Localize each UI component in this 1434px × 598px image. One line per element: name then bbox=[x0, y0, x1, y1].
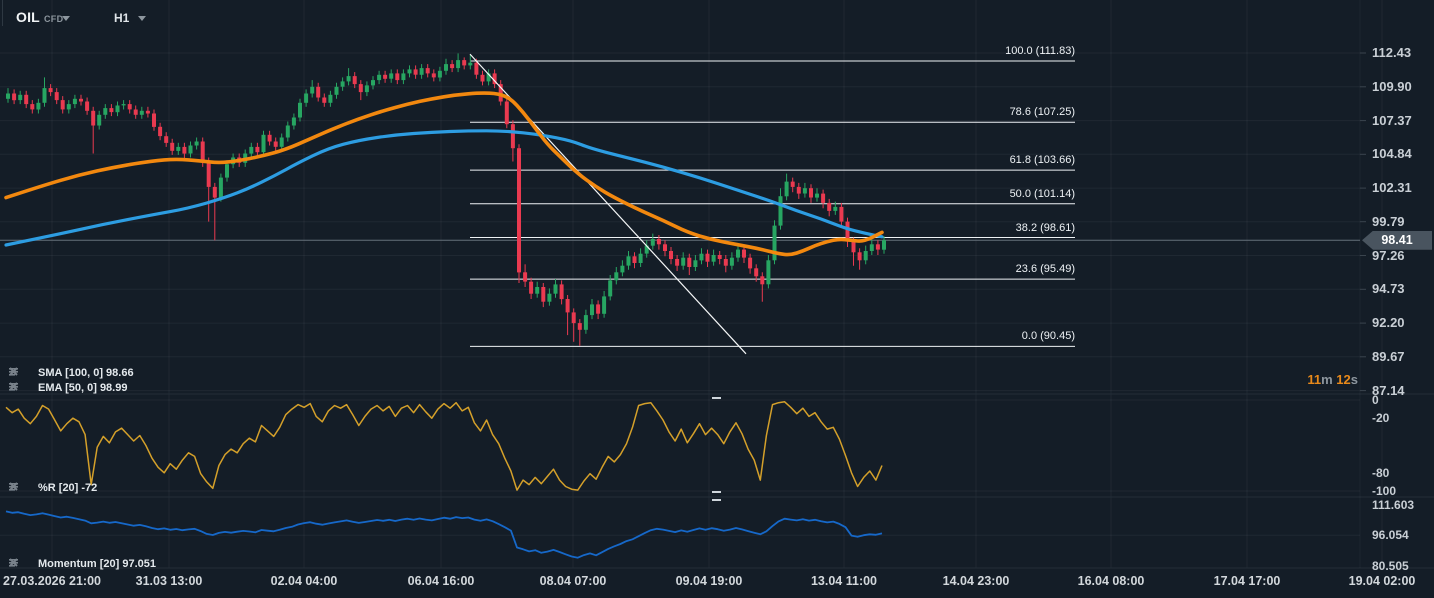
fib-label[interactable]: 78.6 (107.25) bbox=[1010, 106, 1075, 118]
time-axis-label: 31.03 13:00 bbox=[136, 574, 203, 588]
time-axis-label: 17.04 17:00 bbox=[1214, 574, 1281, 588]
indicator-row-sma: SMA [100, 0] 98.66 bbox=[8, 366, 134, 380]
indicator-row-momentum: Momentum [20] 97.051 bbox=[8, 557, 156, 571]
time-axis-label: 02.04 04:00 bbox=[271, 574, 338, 588]
indicator-label-ema: EMA [50, 0] 98.99 bbox=[38, 382, 127, 394]
current-price-tag: 98.41 bbox=[1362, 231, 1432, 250]
price-axis-label: 89.67 bbox=[1372, 349, 1405, 364]
trading-app: OIL CFD H1 SMA [100, 0] 98.66 EMA [50, 0… bbox=[0, 0, 1434, 598]
fib-label[interactable]: 61.8 (103.66) bbox=[1010, 154, 1075, 166]
price-axis-label: 97.26 bbox=[1372, 248, 1405, 263]
fib-label[interactable]: 100.0 (111.83) bbox=[1005, 45, 1075, 57]
scale-handle[interactable] bbox=[712, 491, 721, 493]
price-axis-label: 94.73 bbox=[1372, 281, 1405, 296]
momentum-line bbox=[6, 511, 882, 557]
chevron-down-icon[interactable] bbox=[62, 16, 70, 21]
price-axis-label: 99.79 bbox=[1372, 214, 1405, 229]
close-icon[interactable] bbox=[23, 383, 34, 394]
price-axis-label: 102.31 bbox=[1372, 180, 1412, 195]
chart-canvas[interactable] bbox=[0, 0, 1434, 598]
toolbar-divider bbox=[2, 0, 3, 26]
indicator-label-momentum: Momentum [20] 97.051 bbox=[38, 558, 156, 570]
time-axis-label: 08.04 07:00 bbox=[540, 574, 607, 588]
fib-label[interactable]: 23.6 (95.49) bbox=[1016, 263, 1075, 275]
momentum-axis-label: 96.054 bbox=[1372, 528, 1409, 542]
indicator-row-ema: EMA [50, 0] 98.99 bbox=[8, 381, 127, 395]
wpr-axis-label: -20 bbox=[1372, 411, 1389, 425]
time-axis-label: 19.04 02:00 bbox=[1349, 574, 1416, 588]
price-axis-label: 104.84 bbox=[1372, 146, 1412, 161]
close-icon[interactable] bbox=[23, 483, 34, 494]
momentum-axis-label: 111.603 bbox=[1372, 498, 1414, 512]
fib-retracement[interactable] bbox=[470, 61, 1075, 346]
time-axis-label: 09.04 19:00 bbox=[676, 574, 743, 588]
time-axis-label: 16.04 08:00 bbox=[1078, 574, 1145, 588]
time-axis-label: 14.04 23:00 bbox=[943, 574, 1010, 588]
fib-label[interactable]: 0.0 (90.45) bbox=[1022, 330, 1075, 342]
close-icon[interactable] bbox=[23, 368, 34, 379]
time-axis-label: 13.04 11:00 bbox=[811, 574, 877, 588]
symbol-label[interactable]: OIL bbox=[16, 9, 40, 25]
close-icon[interactable] bbox=[23, 559, 34, 570]
indicator-row-wpr: %R [20] -72 bbox=[8, 481, 97, 495]
candle-countdown-timer: 11m 12s bbox=[1307, 372, 1358, 387]
price-axis-label: 109.90 bbox=[1372, 79, 1412, 94]
fib-label[interactable]: 50.0 (101.14) bbox=[1010, 188, 1075, 200]
wpr-axis-label: -80 bbox=[1372, 466, 1389, 480]
price-axis-label: 107.37 bbox=[1372, 113, 1412, 128]
wpr-axis-label: 0 bbox=[1372, 393, 1379, 407]
chevron-down-icon[interactable] bbox=[138, 16, 146, 21]
grid bbox=[0, 0, 1434, 568]
momentum-axis-label: 80.505 bbox=[1372, 559, 1409, 573]
instrument-type-label: CFD bbox=[44, 14, 63, 24]
wpr-line bbox=[6, 402, 882, 490]
scale-handle[interactable] bbox=[712, 499, 721, 501]
wpr-axis-label: -100 bbox=[1372, 484, 1396, 498]
indicator-label-wpr: %R [20] -72 bbox=[38, 482, 97, 494]
ema-line bbox=[6, 93, 882, 254]
time-axis-label: 27.03.2026 21:00 bbox=[3, 574, 101, 588]
price-axis-label: 92.20 bbox=[1372, 315, 1405, 330]
price-axis-label: 112.43 bbox=[1372, 45, 1411, 60]
time-axis-label: 06.04 16:00 bbox=[408, 574, 475, 588]
indicator-label-sma: SMA [100, 0] 98.66 bbox=[38, 367, 134, 379]
fib-label[interactable]: 38.2 (98.61) bbox=[1016, 222, 1075, 234]
scale-handle[interactable] bbox=[712, 397, 721, 399]
timeframe-dropdown[interactable]: H1 bbox=[114, 11, 129, 25]
